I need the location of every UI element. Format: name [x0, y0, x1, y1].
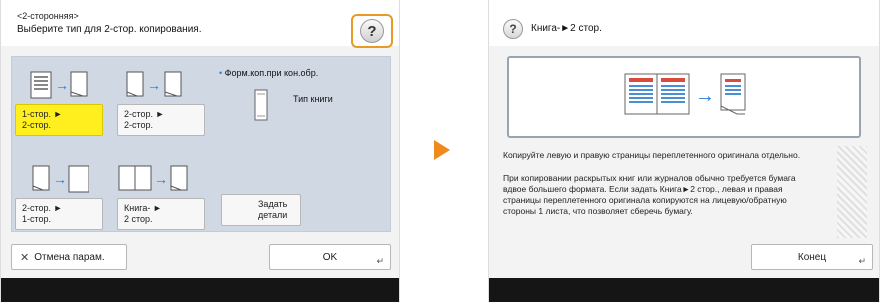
info-title: Форм.коп.при кон.обр.: [219, 68, 319, 78]
cancel-settings-button[interactable]: ✕ Отмена парам.: [11, 244, 127, 270]
svg-text:→: →: [55, 77, 69, 93]
end-label: Конец: [797, 251, 827, 263]
status-bar: [1, 278, 399, 302]
help-icon: ?: [503, 19, 523, 39]
option-label-line1: 2-стор. ►: [22, 203, 63, 213]
end-button[interactable]: Конец ↵: [751, 244, 873, 270]
info-panel: Форм.коп.при кон.обр. Тип книги Задать д…: [211, 58, 389, 230]
cancel-label: Отмена парам.: [34, 251, 105, 263]
right-screen: ? Книга-►2 стор. → Копируйте левую и пра…: [488, 0, 880, 302]
right-footer: Конец ↵: [489, 240, 879, 276]
option-label-line2: 2-стор.: [124, 120, 154, 130]
svg-text:→: →: [53, 171, 67, 187]
option-label-line2: 2 стор.: [124, 214, 153, 224]
duplex-to-duplex-icon: →: [126, 71, 182, 97]
option-2side-1side-button[interactable]: 2-стор. ► 1-стор.: [15, 198, 103, 230]
svg-text:→: →: [695, 85, 715, 107]
right-header: ? Книга-►2 стор.: [489, 0, 879, 46]
book-to-duplex-illustration: →: [624, 73, 746, 115]
option-label-line1: 1-стор. ►: [22, 109, 63, 119]
page-to-duplex-icon: →: [30, 71, 88, 99]
svg-text:→: →: [147, 77, 161, 93]
help-icon: ?: [360, 19, 384, 43]
left-footer: ✕ Отмена парам. OK ↵: [1, 240, 399, 276]
help-paragraph-2: При копировании раскрытых книг или журна…: [503, 173, 796, 216]
svg-text:→: →: [154, 171, 168, 187]
ok-label: OK: [322, 251, 338, 263]
book-type-icon: [254, 89, 268, 121]
set-details-button[interactable]: Задать детали: [221, 194, 301, 226]
set-details-label-line2: детали: [258, 210, 288, 220]
option-label-line2: 2-стор.: [22, 120, 52, 130]
option-1side-2side-button[interactable]: 1-стор. ► 2-стор.: [15, 104, 103, 136]
duplex-to-page-icon: →: [32, 165, 89, 193]
scroll-area[interactable]: [837, 146, 867, 238]
help-description: Копируйте левую и правую страницы перепл…: [503, 150, 819, 229]
option-label-line1: 2-стор. ►: [124, 109, 165, 119]
enter-corner-icon: ↵: [858, 256, 866, 266]
enter-corner-icon: ↵: [376, 256, 384, 266]
option-label-line2: 1-стор.: [22, 214, 52, 224]
help-title: Книга-►2 стор.: [531, 23, 602, 34]
status-bar: [489, 278, 879, 302]
option-book-2side-button[interactable]: Книга- ► 2 стор.: [117, 198, 205, 230]
close-icon: ✕: [20, 251, 30, 264]
book-preview: →: [507, 56, 861, 138]
left-screen: <2-сторонняя> Выберите тип для 2-стор. к…: [0, 0, 400, 302]
option-label-line1: Книга- ►: [124, 203, 162, 213]
icon-1side-to-2side: →: [29, 66, 89, 102]
info-value: Тип книги: [293, 94, 333, 104]
icon-2side-to-1side: →: [29, 160, 89, 196]
left-header: <2-сторонняя> Выберите тип для 2-стор. к…: [1, 0, 399, 48]
icon-2side-to-2side: →: [123, 66, 183, 102]
next-arrow-icon: [434, 140, 450, 160]
header-mode: <2-сторонняя>: [17, 11, 79, 21]
book-to-duplex-icon: →: [118, 165, 188, 191]
option-2side-2side-button[interactable]: 2-стор. ► 2-стор.: [117, 104, 205, 136]
ok-button[interactable]: OK ↵: [269, 244, 391, 270]
help-paragraph-1: Копируйте левую и правую страницы перепл…: [503, 150, 801, 160]
set-details-label-line1: Задать: [258, 199, 288, 209]
help-button[interactable]: ?: [351, 14, 393, 48]
icon-book-to-2side: →: [117, 160, 189, 196]
header-instruction: Выберите тип для 2-стор. копирования.: [17, 24, 202, 35]
